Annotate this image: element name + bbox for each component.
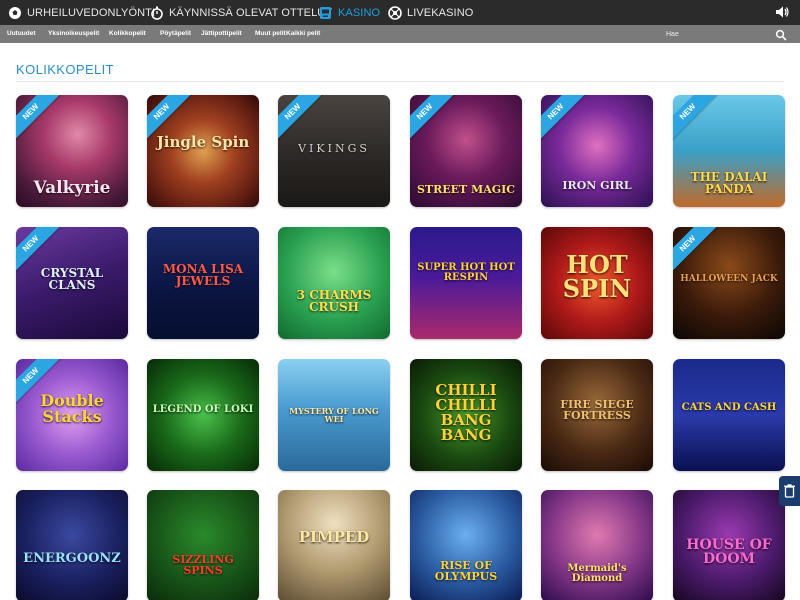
title-divider	[16, 81, 784, 82]
subnav-all-games[interactable]: Kaikki pelit	[286, 25, 320, 43]
game-tile-rise-of-olympus[interactable]: RISE OF OLYMPUS	[410, 490, 522, 600]
nav-sportsbook[interactable]: URHEILUVEDONLYÖNTI	[7, 0, 155, 25]
game-tile-chilli-chilli-bang-bang[interactable]: CHILLI CHILLI BANG BANG	[410, 359, 522, 471]
game-tile-mystery-of-long-wei[interactable]: MYSTERY OF LONG WEI	[278, 359, 390, 471]
game-tile-sizzling-spins[interactable]: SIZZLING SPINS	[147, 490, 259, 600]
game-tile-super-hot-hot-respin[interactable]: SUPER HOT HOT RESPIN	[410, 227, 522, 339]
game-tile-cats-and-cash[interactable]: CATS AND CASH	[673, 359, 785, 471]
game-title: RISE OF OLYMPUS	[434, 559, 498, 583]
game-title: Valkyrie	[33, 178, 111, 198]
game-title: 3 CHARMS CRUSH	[296, 288, 372, 314]
subnav-jackpots[interactable]: Jättipottipelit	[201, 25, 242, 43]
stopwatch-icon	[149, 5, 164, 20]
search-icon[interactable]	[775, 28, 787, 41]
game-tile-house-of-doom[interactable]: HOUSE OF DOOM	[673, 490, 785, 600]
game-art	[410, 227, 522, 339]
nav-casino-label: KASINO	[338, 6, 381, 19]
slot-machine-icon	[318, 5, 333, 20]
game-tile-jingle-spin[interactable]: Jingle Spin NEW	[147, 95, 259, 207]
game-tile-mermaids-diamond[interactable]: Mermaid's Diamond	[541, 490, 653, 600]
game-art	[147, 490, 259, 600]
game-tile-street-magic[interactable]: STREET MAGIC NEW	[410, 95, 522, 207]
subnav-exclusive[interactable]: Yksinoikeuspelit	[48, 25, 99, 43]
game-art	[673, 359, 785, 471]
game-title: CHILLI CHILLI BANG BANG	[435, 381, 497, 444]
game-tile-energoonz[interactable]: ENERGOONZ	[16, 490, 128, 600]
game-tile-vikings[interactable]: VIKINGS NEW	[278, 95, 390, 207]
game-tile-iron-girl[interactable]: IRON GIRL NEW	[541, 95, 653, 207]
game-tile-double-stacks[interactable]: Double Stacks NEW	[16, 359, 128, 471]
nav-sportsbook-label: URHEILUVEDONLYÖNTI	[27, 6, 156, 19]
nav-live-matches[interactable]: KÄYNNISSÄ OLEVAT OTTELUT	[149, 0, 332, 25]
subnav-new[interactable]: Uutuudet	[7, 25, 36, 43]
nav-live-matches-label: KÄYNNISSÄ OLEVAT OTTELUT	[169, 6, 333, 19]
game-tile-dalai-panda[interactable]: THE DALAI PANDA NEW	[673, 95, 785, 207]
game-tile-crystal-clans[interactable]: CRYSTAL CLANS NEW	[16, 227, 128, 339]
game-title: FIRE SIEGE FORTRESS	[560, 398, 634, 422]
game-title: Double Stacks	[40, 391, 104, 426]
game-title: THE DALAI PANDA	[690, 170, 768, 196]
game-tile-halloween-jack[interactable]: HALLOWEEN JACK NEW	[673, 227, 785, 339]
subnav-table-games[interactable]: Pöytäpelit	[160, 25, 191, 43]
game-art	[16, 490, 128, 600]
game-title: MYSTERY OF LONG WEI	[289, 406, 379, 424]
soccer-ball-icon	[7, 5, 22, 20]
game-title: SUPER HOT HOT RESPIN	[417, 262, 515, 283]
nav-live-casino-label: LIVEKASINO	[407, 6, 474, 19]
side-tab[interactable]	[779, 476, 800, 506]
game-title: Mermaid's Diamond	[567, 563, 627, 584]
page-title: KOLIKKOPELIT	[16, 62, 115, 77]
trash-icon	[784, 484, 795, 498]
roulette-icon	[387, 5, 402, 20]
game-title: CATS AND CASH	[681, 402, 777, 413]
speaker-icon[interactable]	[774, 4, 790, 20]
search-input[interactable]	[666, 27, 776, 41]
game-title: MONA LISA JEWELS	[162, 262, 244, 288]
game-tile-hot-spin[interactable]: HOT SPIN	[541, 227, 653, 339]
game-title: VIKINGS	[298, 142, 370, 155]
game-title: CRYSTAL CLANS	[40, 266, 104, 292]
game-tile-valkyrie[interactable]: Valkyrie NEW	[16, 95, 128, 207]
game-title: LEGEND OF LOKI	[152, 404, 254, 415]
sub-nav: Uutuudet Yksinoikeuspelit Kolikkopelit P…	[0, 25, 800, 43]
game-title: HOUSE OF DOOM	[686, 537, 772, 567]
game-title: ENERGOONZ	[23, 551, 121, 566]
game-title: SIZZLING SPINS	[172, 553, 234, 577]
game-tile-3-charms-crush[interactable]: 3 CHARMS CRUSH	[278, 227, 390, 339]
game-tile-fire-siege-fortress[interactable]: FIRE SIEGE FORTRESS	[541, 359, 653, 471]
game-art	[147, 359, 259, 471]
game-title: Jingle Spin	[156, 133, 250, 151]
subnav-slots[interactable]: Kolikkopelit	[109, 25, 146, 43]
game-title: PIMPED	[298, 528, 370, 546]
game-title: IRON GIRL	[562, 179, 632, 192]
nav-casino[interactable]: KASINO	[318, 0, 380, 25]
game-art	[278, 227, 390, 339]
game-tile-pimped[interactable]: PIMPED	[278, 490, 390, 600]
subnav-other-games[interactable]: Muut pelit	[255, 25, 286, 43]
game-title: HALLOWEEN JACK	[680, 274, 778, 284]
game-art	[410, 490, 522, 600]
game-title: HOT SPIN	[562, 250, 632, 303]
game-tile-legend-of-loki[interactable]: LEGEND OF LOKI	[147, 359, 259, 471]
top-nav: URHEILUVEDONLYÖNTI KÄYNNISSÄ OLEVAT OTTE…	[0, 0, 800, 25]
nav-live-casino[interactable]: LIVEKASINO	[387, 0, 473, 25]
game-title: STREET MAGIC	[416, 183, 516, 196]
game-tile-mona-lisa-jewels[interactable]: MONA LISA JEWELS	[147, 227, 259, 339]
